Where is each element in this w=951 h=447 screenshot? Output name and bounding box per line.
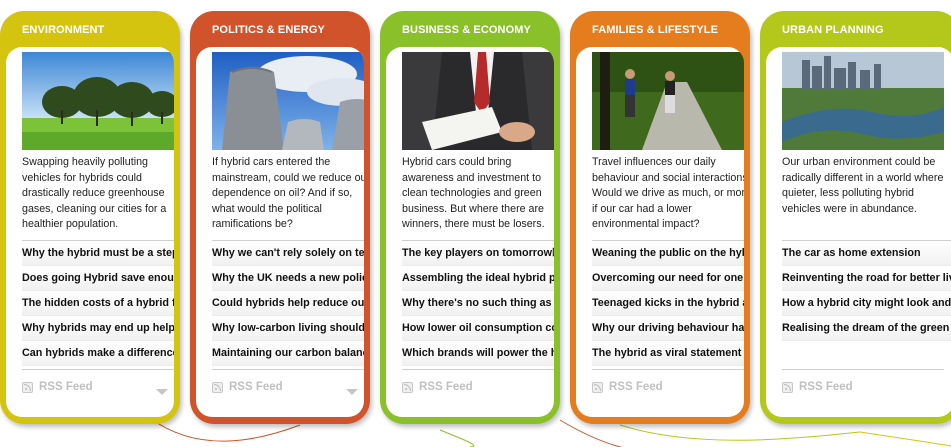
article-link[interactable]: The key players on tomorrow☐ — [402, 241, 554, 266]
card-body: Travel influences our daily behaviour an… — [576, 47, 744, 417]
rss-feed-link[interactable]: RSS Feed — [402, 381, 473, 393]
article-link[interactable]: Can hybrids make a difference in — [22, 341, 174, 366]
article-link-list: The car as home extension Reinventing th… — [782, 240, 951, 341]
rss-feed-link[interactable]: RSS Feed — [592, 381, 663, 393]
article-link[interactable]: Weaning the public on the hybrid — [592, 241, 744, 266]
card-title[interactable]: ENVIRONMENT — [6, 11, 174, 47]
card-body: Hybrid cars could bring awareness and in… — [386, 47, 554, 417]
card-body: Our urban environment could be radically… — [766, 47, 951, 417]
article-link[interactable]: Reinventing the road for better living — [782, 266, 951, 291]
article-link[interactable]: The car as home extension — [782, 241, 951, 266]
article-link[interactable]: Why the UK needs a new policy — [212, 266, 364, 291]
article-link[interactable]: Which brands will power the hybrid — [402, 341, 554, 366]
article-link[interactable]: Why low-carbon living should be — [212, 316, 364, 341]
card-description: Swapping heavily polluting vehicles for … — [22, 156, 167, 230]
rss-label: RSS Feed — [609, 381, 663, 393]
rss-icon — [402, 381, 413, 393]
article-link[interactable]: How a hybrid city might look and — [782, 291, 951, 316]
chevron-down-icon[interactable] — [346, 389, 358, 395]
article-link[interactable]: Does going Hybrid save enough — [22, 266, 174, 291]
card-body: Swapping heavily polluting vehicles for … — [6, 47, 174, 417]
rss-icon — [592, 381, 603, 393]
rss-icon — [782, 381, 793, 393]
politics-energy-photo[interactable] — [212, 52, 364, 150]
category-card-families-lifestyle: FAMILIES & LIFESTYLE Travel influences o… — [570, 11, 750, 424]
card-title[interactable]: URBAN PLANNING — [766, 11, 951, 47]
urban-planning-photo[interactable] — [782, 52, 944, 150]
rss-label: RSS Feed — [799, 381, 853, 393]
families-lifestyle-photo[interactable] — [592, 52, 744, 150]
card-description: Our urban environment could be radically… — [782, 156, 944, 215]
card-description: If hybrid cars entered the mainstream, c… — [212, 156, 364, 230]
rss-icon — [212, 381, 223, 393]
article-link-list: The key players on tomorrow☐ Assembling … — [402, 240, 554, 366]
article-link[interactable]: Why our driving behaviour has to — [592, 316, 744, 341]
article-link[interactable]: Could hybrids help reduce our trade — [212, 291, 364, 316]
rss-feed-link[interactable]: RSS Feed — [212, 381, 283, 393]
rss-feed-link[interactable]: RSS Feed — [22, 381, 93, 393]
rss-label: RSS Feed — [229, 381, 283, 393]
article-link[interactable]: Overcoming our need for one car — [592, 266, 744, 291]
rss-icon — [22, 381, 33, 393]
divider — [592, 369, 744, 370]
card-description: Hybrid cars could bring awareness and in… — [402, 156, 545, 230]
card-body: If hybrid cars entered the mainstream, c… — [196, 47, 364, 417]
divider — [782, 369, 944, 370]
article-link[interactable]: How lower oil consumption could — [402, 316, 554, 341]
article-link-list: Weaning the public on the hybrid Overcom… — [592, 240, 744, 366]
article-link[interactable]: Realising the dream of the green — [782, 316, 951, 341]
article-link[interactable]: Why we can't rely solely on technology — [212, 241, 364, 266]
rss-label: RSS Feed — [419, 381, 473, 393]
article-link-list: Why the hybrid must be a stepping stone … — [22, 240, 174, 366]
environment-photo[interactable] — [22, 52, 174, 150]
category-card-environment: ENVIRONMENT Swapping heavily polluting v… — [0, 11, 180, 424]
card-title[interactable]: FAMILIES & LIFESTYLE — [576, 11, 744, 47]
rss-feed-link[interactable]: RSS Feed — [782, 381, 853, 393]
chevron-down-icon[interactable] — [156, 389, 168, 395]
category-card-urban-planning: URBAN PLANNING Our urban environment cou… — [760, 11, 951, 424]
card-title[interactable]: BUSINESS & ECONOMY — [386, 11, 554, 47]
divider — [212, 369, 364, 370]
card-description: Travel influences our daily behaviour an… — [592, 156, 744, 230]
article-link[interactable]: The hidden costs of a hybrid fleet — [22, 291, 174, 316]
article-link[interactable]: Teenaged kicks in the hybrid age — [592, 291, 744, 316]
article-link[interactable]: Why hybrids may end up helping — [22, 316, 174, 341]
article-link[interactable]: Why there's no such thing as a free — [402, 291, 554, 316]
article-link[interactable]: The hybrid as viral statement — [592, 341, 744, 366]
divider — [402, 369, 554, 370]
card-title[interactable]: POLITICS & ENERGY — [196, 11, 364, 47]
category-card-politics-energy: POLITICS & ENERGY If hybrid cars entered… — [190, 11, 370, 424]
article-link-list: Why we can't rely solely on technology W… — [212, 240, 364, 366]
article-link[interactable]: Assembling the ideal hybrid package — [402, 266, 554, 291]
divider — [22, 369, 174, 370]
category-card-business-economy: BUSINESS & ECONOMY Hybrid cars could bri… — [380, 11, 560, 424]
business-economy-photo[interactable] — [402, 52, 554, 150]
article-link[interactable]: Maintaining our carbon balance — [212, 341, 364, 366]
article-link[interactable]: Why the hybrid must be a stepping stone — [22, 241, 174, 266]
rss-label: RSS Feed — [39, 381, 93, 393]
